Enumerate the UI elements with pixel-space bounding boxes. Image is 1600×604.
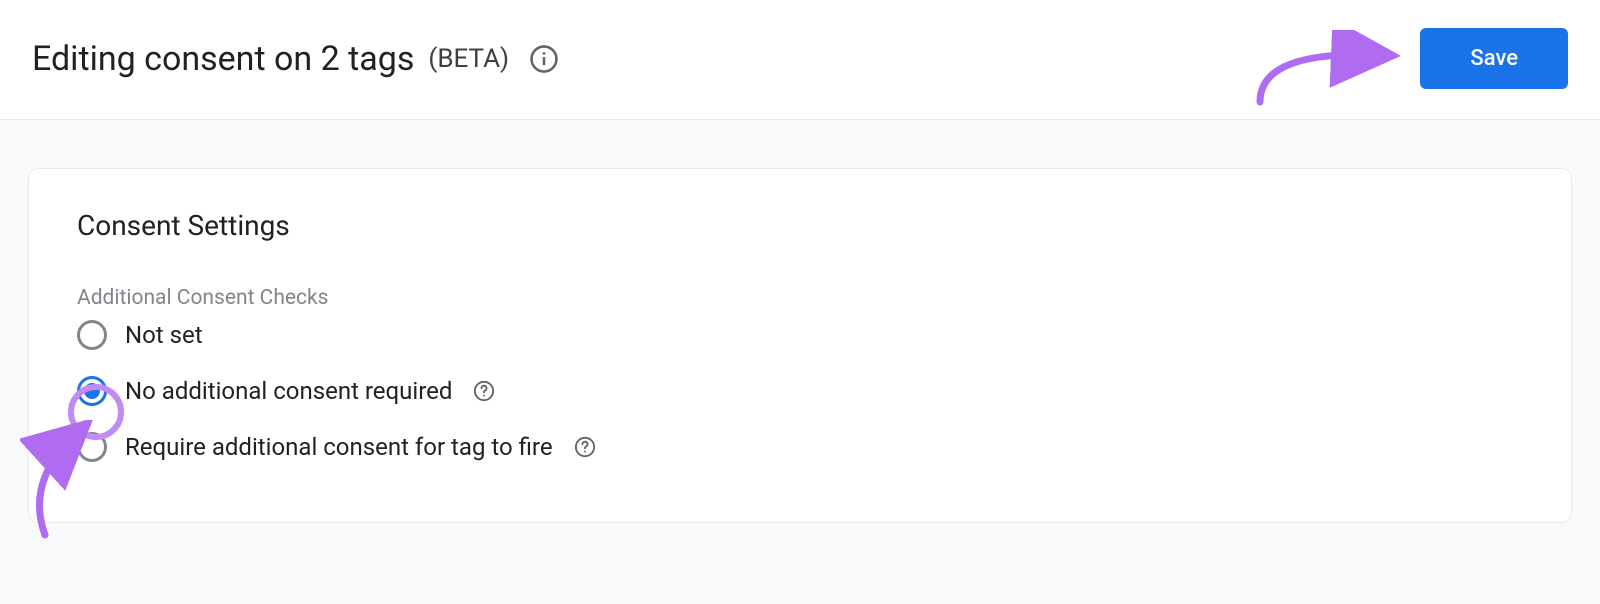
save-button[interactable]: Save <box>1420 28 1568 89</box>
radio-option-not-set[interactable]: Not set <box>77 320 1523 350</box>
radio-option-no-additional[interactable]: No additional consent required <box>77 376 1523 406</box>
section-label: Additional Consent Checks <box>77 286 1523 310</box>
radio-label: Require additional consent for tag to fi… <box>125 433 553 461</box>
radio-option-require-additional[interactable]: Require additional consent for tag to fi… <box>77 432 1523 462</box>
title-group: Editing consent on 2 tags (BETA) <box>32 39 561 79</box>
info-icon[interactable] <box>527 42 561 76</box>
radio-group-consent: Not set No additional consent required <box>77 320 1523 462</box>
help-icon[interactable] <box>573 435 597 459</box>
radio-icon <box>77 376 107 406</box>
radio-label: No additional consent required <box>125 377 452 405</box>
beta-badge: (BETA) <box>428 44 509 74</box>
help-icon[interactable] <box>472 379 496 403</box>
page-title: Editing consent on 2 tags <box>32 39 414 79</box>
page-header: Editing consent on 2 tags (BETA) Save <box>0 0 1600 120</box>
consent-settings-card: Consent Settings Additional Consent Chec… <box>28 168 1572 523</box>
radio-icon <box>77 320 107 350</box>
card-title: Consent Settings <box>77 209 1523 242</box>
radio-label: Not set <box>125 321 203 349</box>
radio-icon <box>77 432 107 462</box>
content-area: Consent Settings Additional Consent Chec… <box>0 120 1600 604</box>
